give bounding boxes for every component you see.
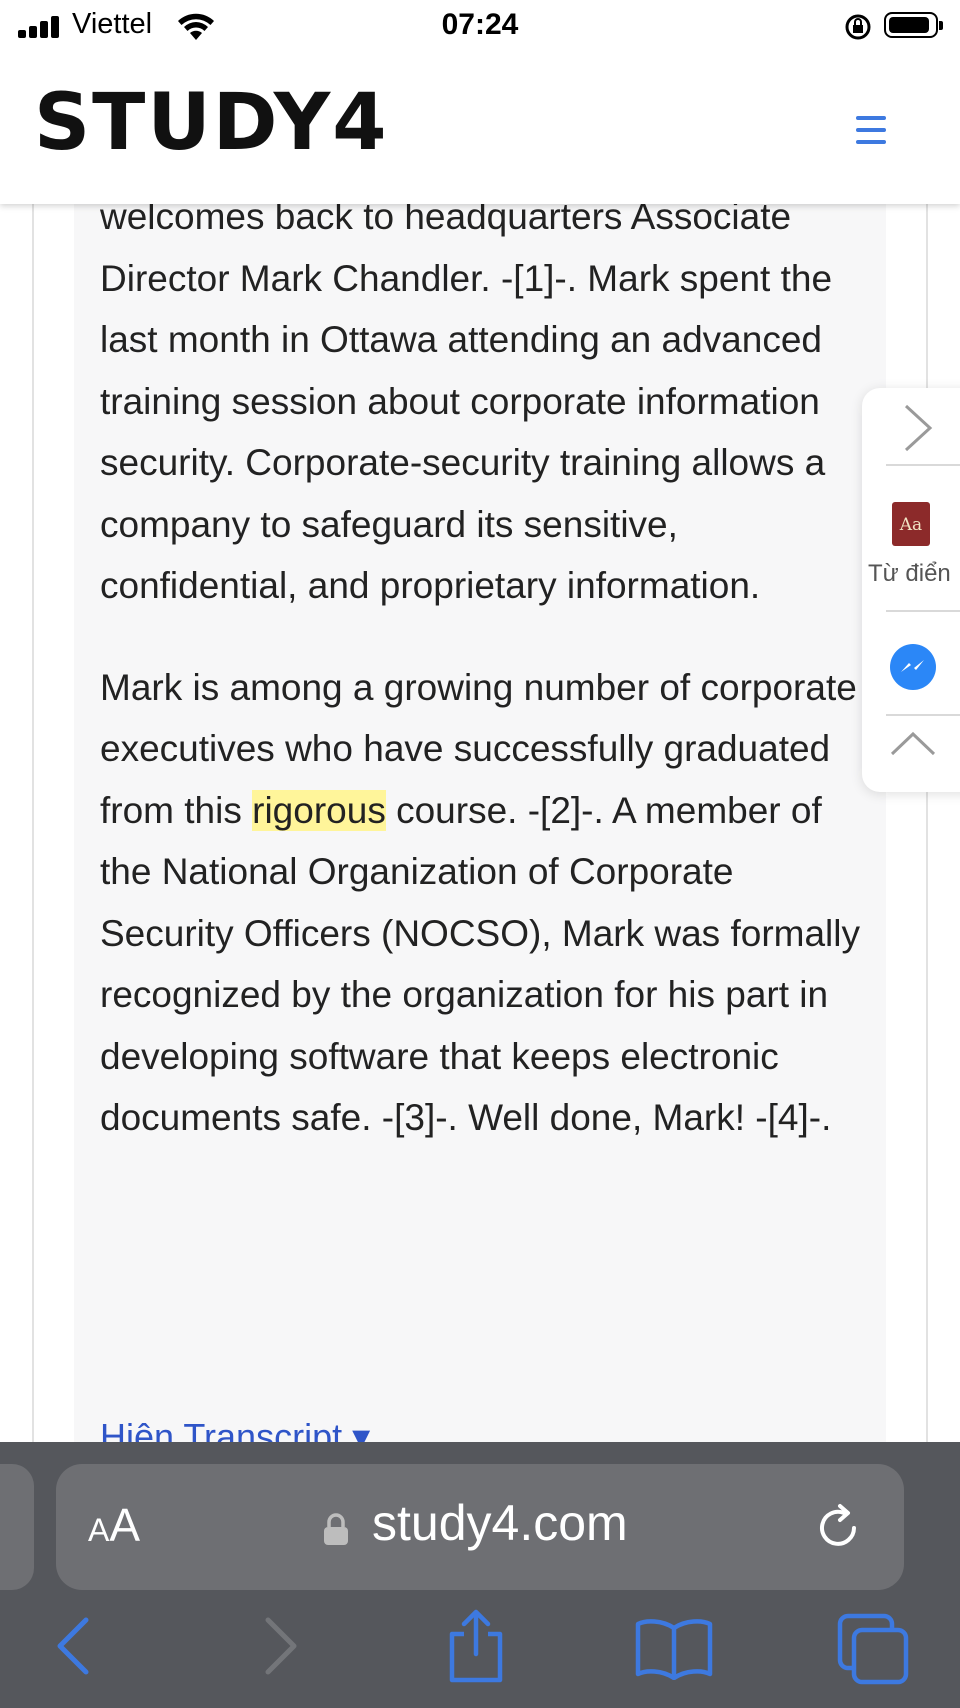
reload-icon[interactable] [814,1502,864,1554]
lock-icon [324,1513,348,1545]
previous-tab-preview[interactable] [0,1464,34,1590]
reader-options-button[interactable]: AA [88,1498,140,1552]
passage-text: Associate Director Mark Chandler. -[1]-.… [100,196,833,606]
passage-paragraph-2: Mark is among a growing number of corpor… [100,657,870,1149]
chevron-up-icon[interactable] [888,728,938,758]
floating-tools-panel: Aa Từ điển [862,388,960,792]
hamburger-menu-icon[interactable] [852,116,892,148]
rotation-lock-icon [845,14,871,40]
highlighted-word[interactable]: rigorous [252,789,386,831]
dictionary-label[interactable]: Từ điển [868,560,951,588]
site-logo[interactable]: STUDY4 [34,84,389,162]
divider [886,610,960,612]
chevron-right-icon[interactable] [900,402,936,454]
site-header: STUDY4 [0,56,960,204]
share-icon[interactable] [444,1608,508,1684]
status-bar: Viettel 07:24 [0,0,960,56]
passage-text: course. -[2]-. A member of the National … [100,789,860,1139]
dictionary-icon[interactable]: Aa [892,502,930,546]
bookmarks-icon[interactable] [634,1618,714,1680]
reading-passage: welcomes back to headquarters Associate … [100,186,870,1149]
browser-toolbar: AA study4.com [0,1442,960,1708]
forward-icon[interactable] [262,1614,302,1678]
clock: 07:24 [441,8,519,41]
messenger-icon[interactable] [890,644,936,690]
address-bar[interactable]: AA study4.com [56,1464,904,1590]
divider [886,464,960,466]
battery-icon [884,12,943,38]
tabs-icon[interactable] [836,1612,912,1686]
back-icon[interactable] [52,1614,92,1678]
divider [886,714,960,716]
passage-paragraph-1: welcomes back to headquarters Associate … [100,186,870,617]
url-text[interactable]: study4.com [372,1494,628,1552]
